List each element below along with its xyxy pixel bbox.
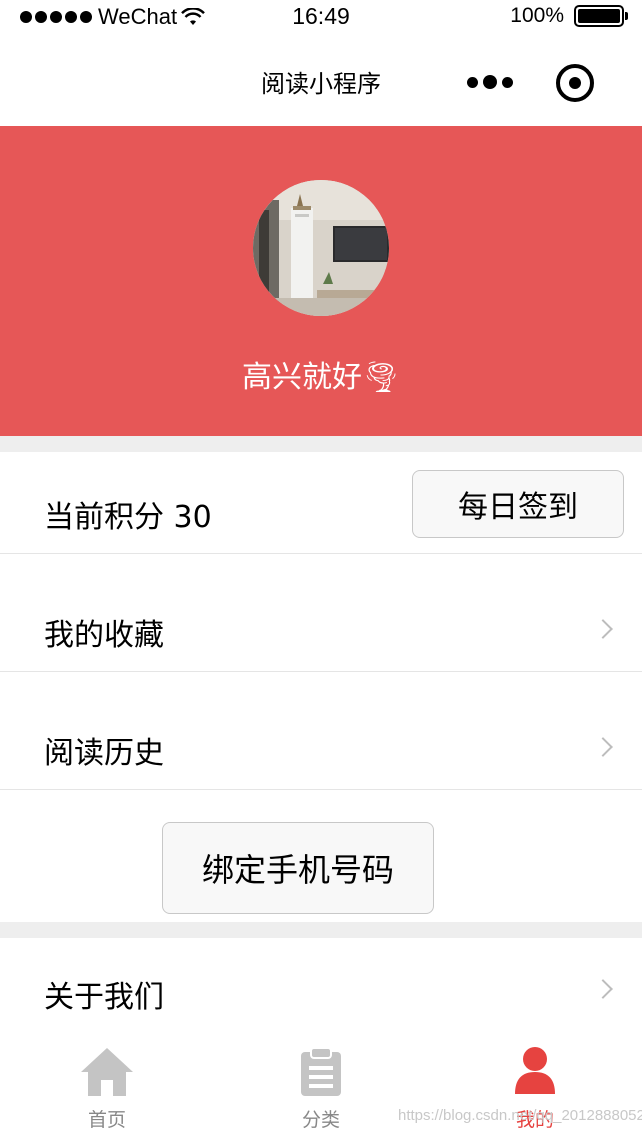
avatar-photo [253, 180, 389, 316]
section-divider [0, 922, 642, 938]
user-icon [515, 1047, 555, 1094]
points-row: 当前积分 30 每日签到 [0, 452, 642, 554]
more-dots-icon[interactable] [466, 64, 514, 100]
about-label: 关于我们 [44, 980, 164, 1015]
tab-home[interactable]: 首页 [0, 1038, 214, 1136]
status-right: 100% [510, 4, 628, 28]
tab-label: 分类 [301, 1109, 340, 1131]
chevron-right-icon [593, 737, 613, 757]
watermark: https://blog.csdn.net/qq_2012888052 [398, 1107, 642, 1124]
battery-icon [574, 5, 628, 27]
nav-bar: 阅读小程序 [0, 36, 642, 126]
page: WeChat 16:49 100% 阅读小程序 高兴就好🌪 当前积分 30 每日… [0, 0, 642, 1136]
chevron-right-icon [593, 979, 613, 999]
tab-category[interactable]: 分类 [214, 1038, 428, 1136]
favorites-label: 我的收藏 [44, 618, 164, 653]
tab-label: 首页 [87, 1109, 126, 1131]
chevron-right-icon [593, 619, 613, 639]
nickname: 高兴就好🌪 [241, 360, 401, 395]
section-divider [0, 436, 642, 452]
profile-header: 高兴就好🌪 [0, 126, 642, 436]
daily-checkin-button[interactable]: 每日签到 [412, 470, 624, 538]
history-label: 阅读历史 [44, 736, 164, 771]
menu-item-history[interactable]: 阅读历史 [0, 672, 642, 790]
status-bar: WeChat 16:49 100% [0, 0, 642, 36]
bind-phone-row: 绑定手机号码 [0, 790, 642, 922]
avatar[interactable] [253, 180, 389, 316]
menu-item-favorites[interactable]: 我的收藏 [0, 554, 642, 672]
close-target-icon[interactable] [556, 64, 594, 102]
points-label: 当前积分 30 [44, 500, 212, 535]
home-icon [81, 1048, 133, 1096]
clipboard-list-icon [301, 1047, 341, 1096]
menu-item-about[interactable]: 关于我们 [0, 938, 642, 1038]
battery-percent: 100% [510, 4, 564, 27]
bind-phone-button[interactable]: 绑定手机号码 [162, 822, 434, 914]
page-title: 阅读小程序 [261, 70, 381, 98]
